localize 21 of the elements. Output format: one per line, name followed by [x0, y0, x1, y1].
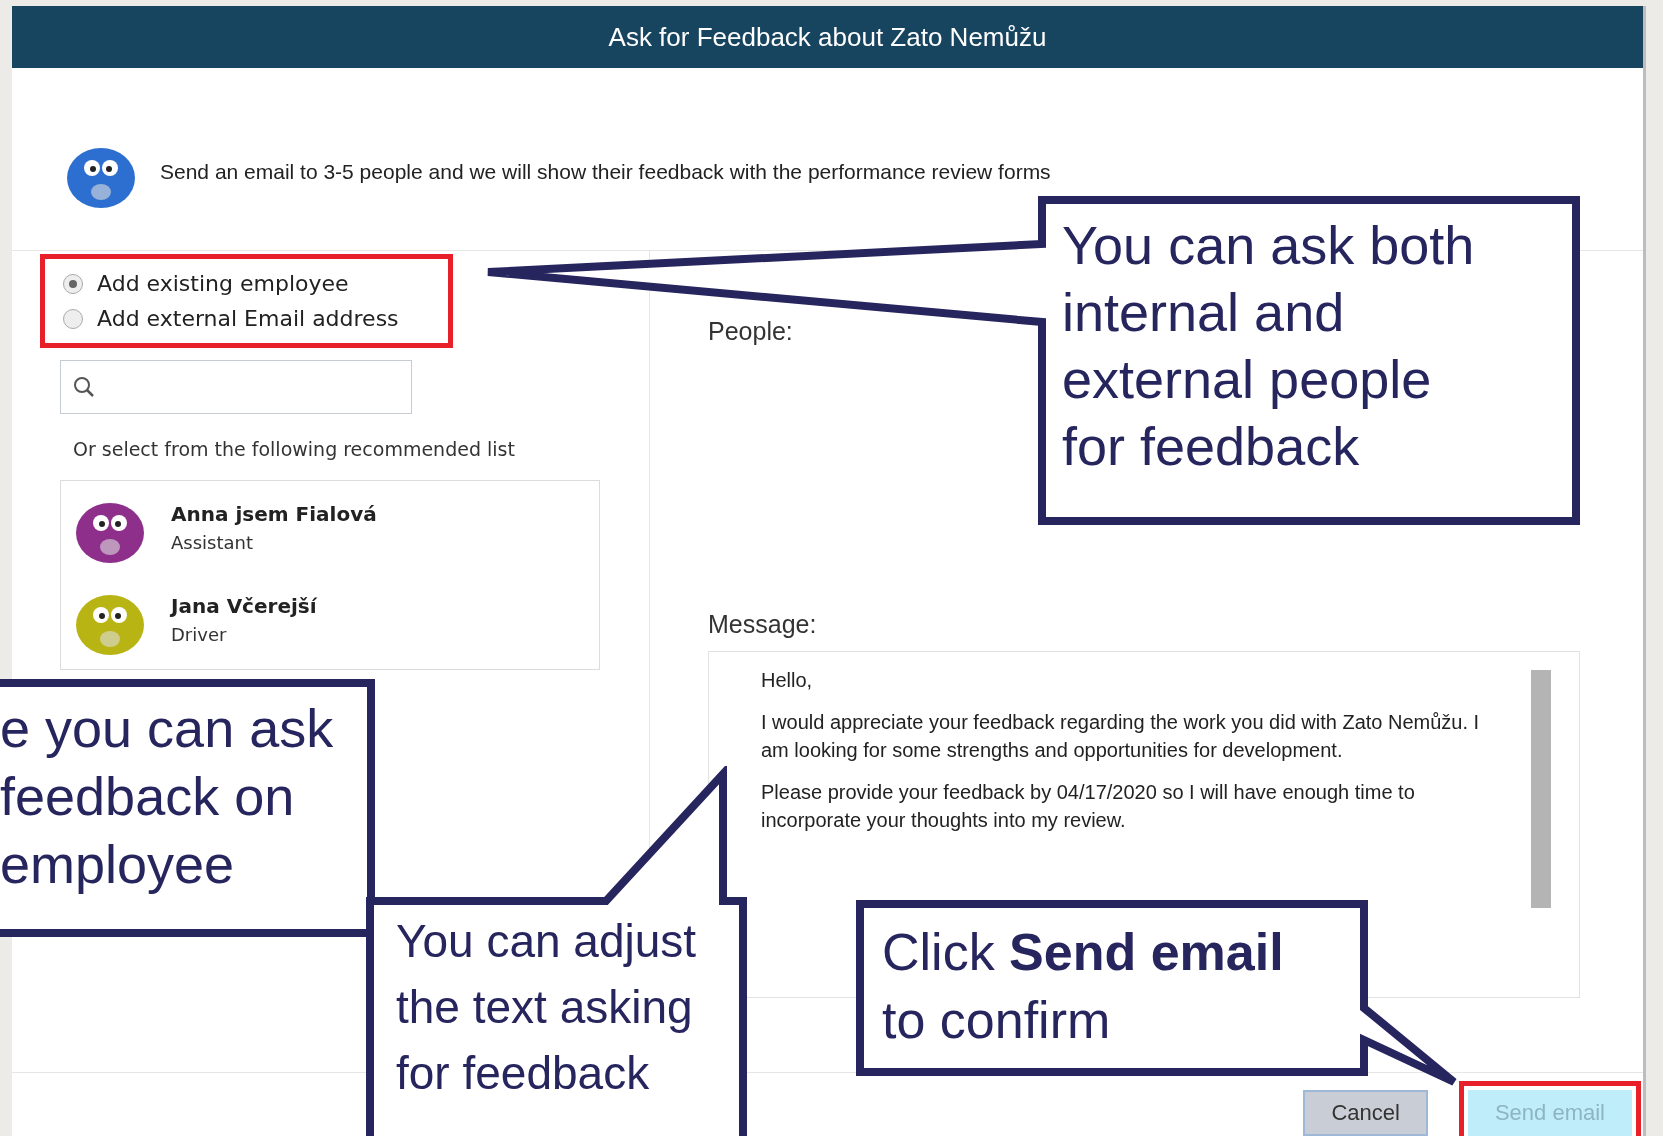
- scrollbar-thumb[interactable]: [1531, 670, 1551, 908]
- recommended-hint: Or select from the following recommended list: [73, 438, 515, 460]
- person-role: Assistant: [171, 531, 254, 553]
- radio-label[interactable]: Add existing employee: [97, 271, 349, 296]
- dialog-title: Ask for Feedback about Zato Nemůžu: [12, 6, 1643, 68]
- message-label: Message:: [708, 610, 818, 639]
- people-label: People:: [708, 317, 794, 346]
- message-paragraph: Hello,: [761, 668, 814, 693]
- person-name[interactable]: Jana Včerejší: [171, 593, 317, 618]
- radio-button[interactable]: [63, 308, 83, 329]
- intro-text: Send an email to 3-5 people and we will show their feedback with the performance review forms: [160, 160, 1051, 184]
- radio-button[interactable]: [63, 273, 83, 294]
- search-field[interactable]: [60, 360, 412, 414]
- callout-tooltip: You can adjust the text asking for feedback: [366, 766, 750, 1136]
- person-name[interactable]: Anna jsem Fialová: [171, 501, 377, 526]
- message-paragraph: I would appreciate your feedback regarding the work you did with Zato Nemůžu. I am looking for some strengths and opportunities for development.: [761, 710, 1481, 763]
- person-role: Driver: [171, 623, 228, 645]
- radio-label[interactable]: Add external Email address: [97, 306, 399, 331]
- message-paragraph: Please provide your feedback by 04/17/2020 so I will have enough time to incorporate your thoughts into my review.: [761, 780, 1416, 833]
- search-icon: [73, 376, 95, 398]
- cancel-button[interactable]: Cancel: [1303, 1090, 1428, 1136]
